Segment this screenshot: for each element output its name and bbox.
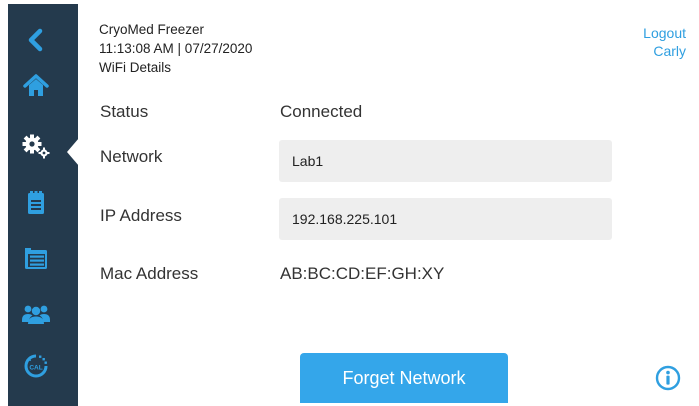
page-title: WiFi Details: [99, 60, 172, 75]
calibration-icon: CAL: [24, 354, 48, 378]
username[interactable]: Carly: [643, 42, 686, 60]
info-icon[interactable]: [655, 365, 681, 391]
user-menu: Logout Carly: [643, 24, 686, 60]
back-button[interactable]: [8, 20, 64, 60]
users-icon: [22, 305, 50, 324]
header: CryoMed Freezer 11:13:08 AM | 07/27/2020…: [99, 20, 252, 77]
network-label: Network: [100, 147, 163, 166]
datetime: 11:13:08 AM | 07/27/2020: [99, 41, 253, 56]
status-label: Status: [100, 102, 149, 121]
logs-button[interactable]: [8, 182, 64, 222]
users-button[interactable]: [8, 294, 64, 334]
reports-button[interactable]: [8, 238, 64, 278]
forget-network-button[interactable]: Forget Network: [300, 353, 508, 403]
active-indicator: [67, 138, 79, 166]
logout-link[interactable]: Logout: [643, 24, 686, 42]
reports-icon: [25, 248, 47, 269]
sidebar: CAL: [8, 4, 79, 406]
mac-address-label: Mac Address: [100, 264, 199, 283]
calibration-icon-label: CAL: [29, 365, 42, 372]
settings-button[interactable]: [8, 126, 64, 166]
calibration-button[interactable]: CAL: [8, 346, 64, 386]
home-icon: [23, 74, 49, 96]
device-name: CryoMed Freezer: [99, 22, 205, 37]
home-button[interactable]: [8, 66, 64, 106]
settings-icon: [22, 134, 50, 159]
back-icon: [28, 28, 43, 52]
ip-address-label: IP Address: [100, 206, 182, 225]
mac-address-value: AB:BC:CD:EF:GH:XY: [280, 264, 445, 283]
network-field[interactable]: Lab1: [279, 140, 612, 182]
clipboard-icon: [28, 191, 44, 214]
ip-address-field[interactable]: 192.168.225.101: [279, 198, 612, 240]
status-value: Connected: [280, 102, 363, 121]
